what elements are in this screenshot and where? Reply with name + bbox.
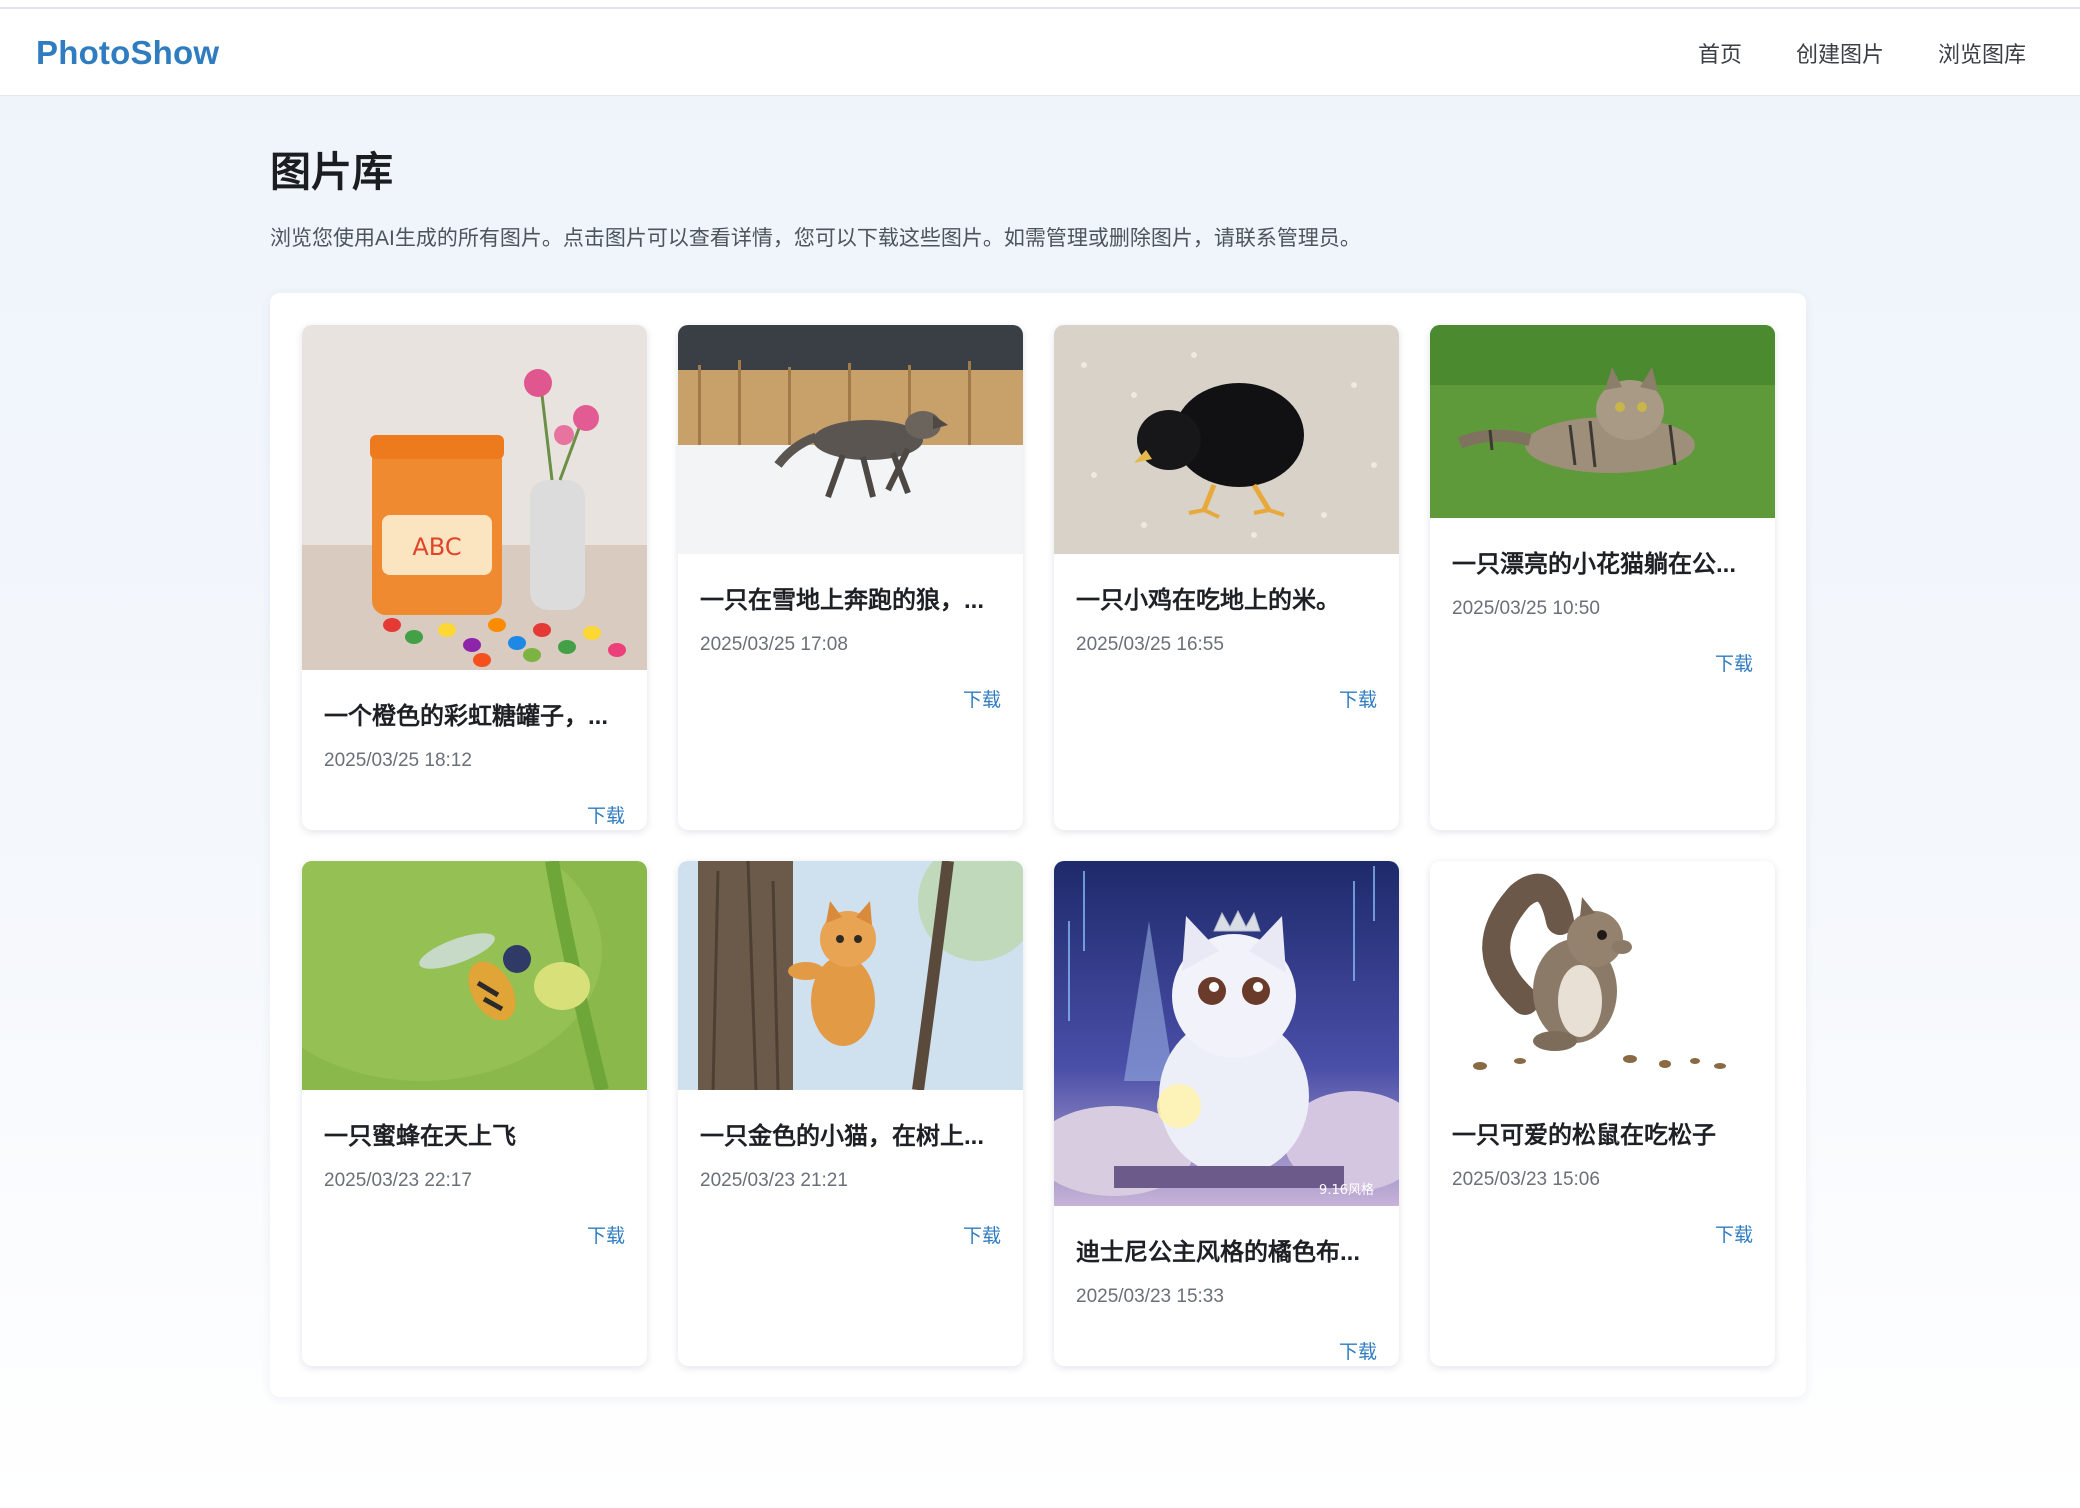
download-link[interactable]: 下载 bbox=[963, 1221, 1001, 1248]
card-date: 2025/03/25 18:12 bbox=[324, 750, 472, 771]
nav-gallery[interactable]: 浏览图库 bbox=[1938, 37, 2026, 69]
gallery-card[interactable]: 一只漂亮的小花猫躺在公... 2025/03/25 10:50 下载 bbox=[1430, 325, 1775, 830]
gallery-card[interactable]: 一只小鸡在吃地上的米。 2025/03/25 16:55 下载 bbox=[1054, 325, 1399, 830]
kitten-tree-image[interactable] bbox=[678, 861, 1023, 1090]
card-title: 一只在雪地上奔跑的狼，... bbox=[700, 587, 985, 614]
wolf-snow-image[interactable] bbox=[678, 325, 1023, 554]
gallery-card[interactable]: ABC 一个橙色的彩虹糖罐子，... 2025/03/25 18:12 下载 bbox=[302, 325, 647, 830]
card-title: 一只可爱的松鼠在吃松子 bbox=[1452, 1122, 1716, 1149]
card-date: 2025/03/23 15:06 bbox=[1452, 1169, 1600, 1190]
gallery-card[interactable]: 一只可爱的松鼠在吃松子 2025/03/23 15:06 下载 bbox=[1430, 861, 1775, 1366]
card-date: 2025/03/23 15:33 bbox=[1076, 1286, 1224, 1307]
download-link[interactable]: 下载 bbox=[587, 801, 625, 828]
nav-links: 首页 创建图片 浏览图库 bbox=[1698, 9, 2026, 96]
card-title: 一个橙色的彩虹糖罐子，... bbox=[324, 703, 609, 730]
logo[interactable]: PhotoShow bbox=[36, 9, 219, 96]
gallery-panel: ABC 一个橙色的彩虹糖罐子，... 2025/03/25 18:12 下载 一… bbox=[270, 293, 1806, 1397]
window-top-edge bbox=[0, 0, 2080, 9]
card-date: 2025/03/23 22:17 bbox=[324, 1170, 472, 1191]
card-date: 2025/03/25 17:08 bbox=[700, 634, 848, 655]
navbar: PhotoShow 首页 创建图片 浏览图库 bbox=[0, 9, 2080, 96]
card-title: 一只蜜蜂在天上飞 bbox=[324, 1123, 516, 1150]
card-date: 2025/03/23 21:21 bbox=[700, 1170, 848, 1191]
candy-jar-image[interactable]: ABC bbox=[302, 325, 647, 670]
chick-rice-image[interactable] bbox=[1054, 325, 1399, 554]
watermark-text: 9.16风格 bbox=[1319, 1182, 1374, 1198]
page-title: 图片库 bbox=[270, 149, 393, 195]
download-link[interactable]: 下载 bbox=[587, 1221, 625, 1248]
tabby-cat-image[interactable] bbox=[1430, 325, 1775, 518]
card-title: 一只金色的小猫，在树上... bbox=[700, 1123, 985, 1150]
download-link[interactable]: 下载 bbox=[1339, 1337, 1377, 1364]
download-link[interactable]: 下载 bbox=[963, 685, 1001, 712]
card-title: 迪士尼公主风格的橘色布... bbox=[1076, 1239, 1361, 1266]
gallery-card[interactable]: 一只金色的小猫，在树上... 2025/03/23 21:21 下载 bbox=[678, 861, 1023, 1366]
princess-cat-image[interactable]: 9.16风格 bbox=[1054, 861, 1399, 1206]
gallery-card[interactable]: 9.16风格 迪士尼公主风格的橘色布... 2025/03/23 15:33 下… bbox=[1054, 861, 1399, 1366]
bee-image[interactable] bbox=[302, 861, 647, 1090]
gallery-card[interactable]: 一只蜜蜂在天上飞 2025/03/23 22:17 下载 bbox=[302, 861, 647, 1366]
download-link[interactable]: 下载 bbox=[1339, 685, 1377, 712]
card-date: 2025/03/25 10:50 bbox=[1452, 598, 1600, 619]
svg-text:ABC: ABC bbox=[412, 533, 461, 561]
gallery-card[interactable]: 一只在雪地上奔跑的狼，... 2025/03/25 17:08 下载 bbox=[678, 325, 1023, 830]
nav-create[interactable]: 创建图片 bbox=[1796, 37, 1884, 69]
download-link[interactable]: 下载 bbox=[1715, 1220, 1753, 1247]
card-title: 一只漂亮的小花猫躺在公... bbox=[1452, 551, 1737, 578]
card-date: 2025/03/25 16:55 bbox=[1076, 634, 1224, 655]
page-description: 浏览您使用AI生成的所有图片。点击图片可以查看详情，您可以下载这些图片。如需管理… bbox=[270, 227, 1361, 250]
nav-home[interactable]: 首页 bbox=[1698, 37, 1742, 69]
squirrel-image[interactable] bbox=[1430, 861, 1775, 1089]
card-title: 一只小鸡在吃地上的米。 bbox=[1076, 587, 1340, 614]
download-link[interactable]: 下载 bbox=[1715, 649, 1753, 676]
